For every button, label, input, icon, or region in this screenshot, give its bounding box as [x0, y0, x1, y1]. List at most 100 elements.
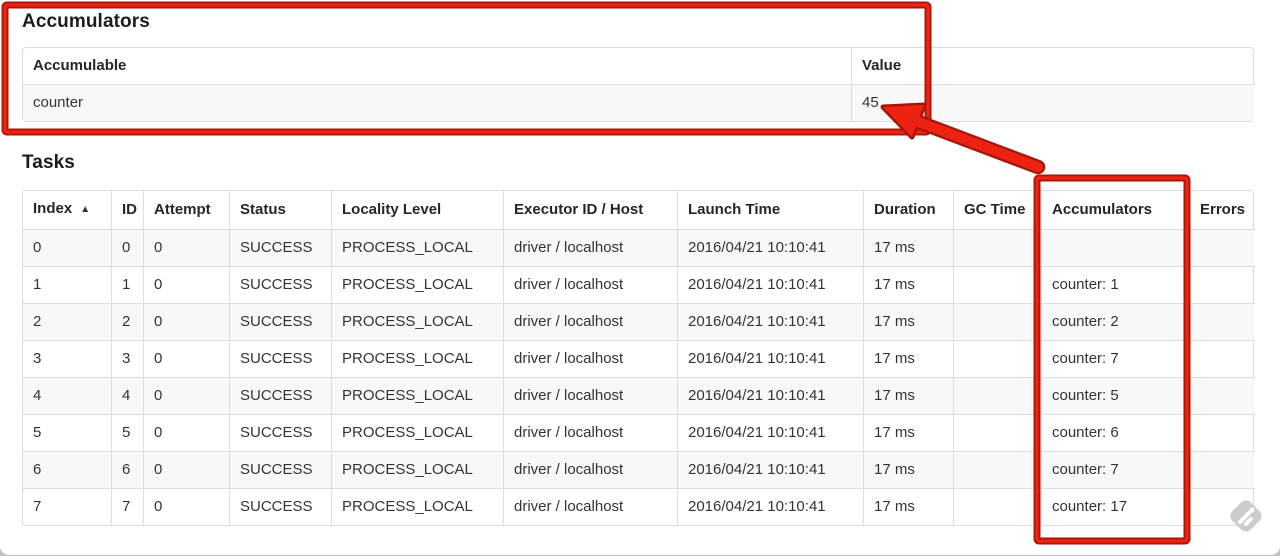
- cell-id: 4: [111, 377, 143, 414]
- accumulators-table: Accumulable Value counter 45: [22, 47, 1255, 122]
- cell-accumulators: counter: 5: [1041, 377, 1189, 414]
- cell-errors: [1189, 414, 1255, 451]
- column-header-gc_time[interactable]: GC Time: [953, 191, 1041, 229]
- cell-duration: 17 ms: [863, 377, 953, 414]
- column-header-launch_time[interactable]: Launch Time: [677, 191, 863, 229]
- column-header-accumulators[interactable]: Accumulators: [1041, 191, 1189, 229]
- column-header-id[interactable]: ID: [111, 191, 143, 229]
- cell-id: 0: [111, 229, 143, 266]
- cell-gc_time: [953, 377, 1041, 414]
- cell-executor_id_host: driver / localhost: [503, 451, 677, 488]
- cell-duration: 17 ms: [863, 229, 953, 266]
- cell-errors: [1189, 266, 1255, 303]
- cell-status: SUCCESS: [229, 377, 331, 414]
- cell-locality_level: PROCESS_LOCAL: [331, 377, 503, 414]
- cell-id: 1: [111, 266, 143, 303]
- cell-status: SUCCESS: [229, 229, 331, 266]
- cell-gc_time: [953, 266, 1041, 303]
- cell-duration: 17 ms: [863, 488, 953, 525]
- cell-executor_id_host: driver / localhost: [503, 266, 677, 303]
- table-row: 1 1 0 SUCCESS PROCESS_LOCAL driver / localhos…: [23, 266, 1255, 303]
- column-header-accumulable: Accumulable: [33, 57, 127, 74]
- cell-accumulators: counter: 7: [1041, 340, 1189, 377]
- cell-launch_time: 2016/04/21 10:10:41: [677, 303, 863, 340]
- cell-status: SUCCESS: [229, 488, 331, 525]
- cell-status: SUCCESS: [229, 340, 331, 377]
- cell-executor_id_host: driver / localhost: [503, 229, 677, 266]
- cell-gc_time: [953, 340, 1041, 377]
- column-header-locality_level[interactable]: Locality Level: [331, 191, 503, 229]
- table-row: counter 45: [23, 84, 1255, 121]
- column-header-index[interactable]: Index ▲: [23, 191, 111, 229]
- cell-launch_time: 2016/04/21 10:10:41: [677, 451, 863, 488]
- accumulators-section-title: Accumulators: [22, 11, 150, 32]
- cell-gc_time: [953, 414, 1041, 451]
- cell-executor_id_host: driver / localhost: [503, 414, 677, 451]
- cell-duration: 17 ms: [863, 414, 953, 451]
- cell-status: SUCCESS: [229, 303, 331, 340]
- column-header-value: Value: [851, 48, 1255, 84]
- cell-locality_level: PROCESS_LOCAL: [331, 303, 503, 340]
- cell-executor_id_host: driver / localhost: [503, 377, 677, 414]
- cell-index: 5: [23, 414, 111, 451]
- cell-id: 3: [111, 340, 143, 377]
- table-row: 5 5 0 SUCCESS PROCESS_LOCAL driver / localhos…: [23, 414, 1255, 451]
- column-header-errors[interactable]: Errors: [1189, 191, 1255, 229]
- cell-index: 4: [23, 377, 111, 414]
- table-row: 2 2 0 SUCCESS PROCESS_LOCAL driver / localhos…: [23, 303, 1255, 340]
- cell-duration: 17 ms: [863, 266, 953, 303]
- table-row: 0 0 0 SUCCESS PROCESS_LOCAL driver / localhos…: [23, 229, 1255, 266]
- cell-locality_level: PROCESS_LOCAL: [331, 340, 503, 377]
- cell-index: 3: [23, 340, 111, 377]
- spark-stage-page: Accumulators Accumulable Value counter 45 …: [0, 0, 1280, 555]
- cell-launch_time: 2016/04/21 10:10:41: [677, 266, 863, 303]
- cell-launch_time: 2016/04/21 10:10:41: [677, 414, 863, 451]
- cell-attempt: 0: [143, 451, 229, 488]
- cell-accumulators: counter: 7: [1041, 451, 1189, 488]
- tasks-section-title: Tasks: [22, 152, 75, 173]
- cell-index: 1: [23, 266, 111, 303]
- cell-attempt: 0: [143, 340, 229, 377]
- cell-errors: [1189, 303, 1255, 340]
- cell-errors: [1189, 340, 1255, 377]
- column-header-status[interactable]: Status: [229, 191, 331, 229]
- cell-attempt: 0: [143, 303, 229, 340]
- cell-gc_time: [953, 229, 1041, 266]
- tasks-table-header-row: Index ▲ ID Attempt Status Locality Level Execu…: [23, 191, 1255, 229]
- table-row: 4 4 0 SUCCESS PROCESS_LOCAL driver / localhos…: [23, 377, 1255, 414]
- cell-errors: [1189, 488, 1255, 525]
- cell-accumulators: counter: 6: [1041, 414, 1189, 451]
- cell-id: 5: [111, 414, 143, 451]
- cell-launch_time: 2016/04/21 10:10:41: [677, 488, 863, 525]
- cell-gc_time: [953, 303, 1041, 340]
- cell-attempt: 0: [143, 229, 229, 266]
- sort-ascending-icon: ▲: [80, 204, 91, 215]
- tasks-table: Index ▲ ID Attempt Status Locality Level Execu…: [22, 190, 1255, 526]
- cell-accumulable: counter: [23, 84, 851, 121]
- cell-gc_time: [953, 488, 1041, 525]
- table-row: 7 7 0 SUCCESS PROCESS_LOCAL driver / localhos…: [23, 488, 1255, 525]
- cell-index: 7: [23, 488, 111, 525]
- cell-accumulators: [1041, 229, 1189, 266]
- cell-errors: [1189, 377, 1255, 414]
- cell-attempt: 0: [143, 488, 229, 525]
- cell-locality_level: PROCESS_LOCAL: [331, 451, 503, 488]
- cell-accumulators: counter: 17: [1041, 488, 1189, 525]
- cell-accumulators: counter: 2: [1041, 303, 1189, 340]
- cell-attempt: 0: [143, 414, 229, 451]
- cell-launch_time: 2016/04/21 10:10:41: [677, 229, 863, 266]
- cell-accumulators: counter: 1: [1041, 266, 1189, 303]
- column-header-executor_id_host[interactable]: Executor ID / Host: [503, 191, 677, 229]
- column-header-attempt[interactable]: Attempt: [143, 191, 229, 229]
- cell-duration: 17 ms: [863, 451, 953, 488]
- cell-attempt: 0: [143, 266, 229, 303]
- cell-index: 0: [23, 229, 111, 266]
- cell-executor_id_host: driver / localhost: [503, 340, 677, 377]
- column-header-duration[interactable]: Duration: [863, 191, 953, 229]
- cell-errors: [1189, 229, 1255, 266]
- cell-attempt: 0: [143, 377, 229, 414]
- cell-status: SUCCESS: [229, 414, 331, 451]
- cell-id: 2: [111, 303, 143, 340]
- table-row: 6 6 0 SUCCESS PROCESS_LOCAL driver / localhos…: [23, 451, 1255, 488]
- cell-errors: [1189, 451, 1255, 488]
